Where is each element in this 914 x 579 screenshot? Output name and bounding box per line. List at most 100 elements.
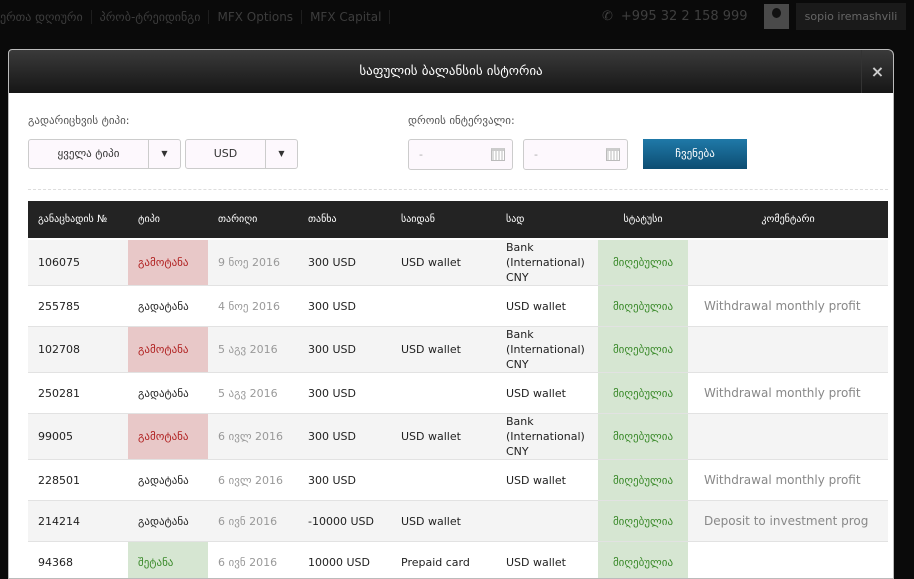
comment-cell: [688, 327, 888, 373]
close-icon[interactable]: ×: [861, 50, 893, 93]
date-from-value: -: [419, 148, 423, 161]
col-header: სტატუსი: [598, 201, 688, 239]
to-cell: USD wallet: [496, 286, 598, 327]
status-badge: მიღებულია: [598, 542, 688, 579]
amount-cell: 300 USD: [298, 414, 391, 460]
show-button[interactable]: ჩვენება: [643, 139, 747, 169]
amount-cell: 300 USD: [298, 239, 391, 286]
type-select-value: ყველა ტიპი: [29, 140, 148, 168]
comment-cell: Deposit to investment prog: [688, 501, 888, 542]
table-row[interactable]: 214214გადატანა6 ივნ 2016-10000 USDUSD wa…: [28, 501, 888, 542]
request-id: 228501: [28, 460, 128, 501]
chevron-down-icon: ▼: [265, 140, 297, 168]
request-id: 106075: [28, 239, 128, 286]
col-header: ტიპი: [128, 201, 208, 239]
nav-item[interactable]: MFX Options: [209, 10, 302, 24]
request-id: 102708: [28, 327, 128, 373]
table-row[interactable]: 255785გადატანა4 ნოე 2016300 USDUSD walle…: [28, 286, 888, 327]
interval-label: დროის ინტერვალი:: [408, 114, 515, 127]
status-badge: მიღებულია: [598, 501, 688, 542]
type-cell: გადატანა: [128, 373, 208, 414]
to-cell: Bank (International) CNY: [496, 327, 598, 373]
status-badge: მიღებულია: [598, 373, 688, 414]
type-select[interactable]: ყველა ტიპი▼: [28, 139, 181, 169]
comment-cell: Withdrawal monthly profit: [688, 286, 888, 327]
top-bar: ერთა დღიური პრობ-ტრეიდინგი MFX Options M…: [0, 0, 914, 36]
phone-icon: ✆: [602, 9, 613, 24]
modal-header: საფულის ბალანსის ისტორია ×: [9, 50, 893, 93]
amount-cell: 300 USD: [298, 286, 391, 327]
request-id: 214214: [28, 501, 128, 542]
table-row[interactable]: 106075გამოტანა9 ნოე 2016300 USDUSD walle…: [28, 239, 888, 286]
table-row[interactable]: 102708გამოტანა5 აგვ 2016300 USDUSD walle…: [28, 327, 888, 373]
col-header: კომენტარი: [688, 201, 888, 239]
date-to-input[interactable]: -: [523, 139, 628, 170]
status-badge: მიღებულია: [598, 286, 688, 327]
currency-select-value: USD: [186, 140, 265, 168]
from-cell: [391, 460, 496, 501]
amount-cell: 300 USD: [298, 460, 391, 501]
from-cell: Prepaid card: [391, 542, 496, 579]
date-cell: 4 ნოე 2016: [208, 286, 298, 327]
to-cell: Bank (International) CNY: [496, 239, 598, 286]
request-id: 94368: [28, 542, 128, 579]
date-to-value: -: [534, 148, 538, 161]
col-header: თარიღი: [208, 201, 298, 239]
to-cell: USD wallet: [496, 542, 598, 579]
type-cell: გადატანა: [128, 501, 208, 542]
type-label: გადარიცხვის ტიპი:: [28, 114, 130, 127]
request-id: 255785: [28, 286, 128, 327]
from-cell: [391, 373, 496, 414]
from-cell: USD wallet: [391, 501, 496, 542]
date-cell: 9 ნოე 2016: [208, 239, 298, 286]
modal-title: საფულის ბალანსის ისტორია: [359, 64, 542, 79]
to-cell: USD wallet: [496, 460, 598, 501]
status-badge: მიღებულია: [598, 327, 688, 373]
comment-cell: Withdrawal monthly profit: [688, 373, 888, 414]
calendar-icon[interactable]: [491, 148, 505, 161]
user-name-button[interactable]: sopio iremashvili: [796, 3, 906, 30]
table-row[interactable]: 250281გადატანა5 აგვ 2016300 USDUSD walle…: [28, 373, 888, 414]
date-cell: 6 ივნ 2016: [208, 542, 298, 579]
nav-item[interactable]: ერთა დღიური: [0, 10, 92, 24]
avatar[interactable]: [764, 4, 789, 29]
to-cell: [496, 501, 598, 542]
status-badge: მიღებულია: [598, 239, 688, 286]
comment-cell: [688, 239, 888, 286]
from-cell: USD wallet: [391, 239, 496, 286]
status-badge: მიღებულია: [598, 414, 688, 460]
table-row[interactable]: 99005გამოტანა6 ივლ 2016300 USDUSD wallet…: [28, 414, 888, 460]
type-cell: გამოტანა: [128, 414, 208, 460]
calendar-icon[interactable]: [606, 148, 620, 161]
currency-select[interactable]: USD▼: [185, 139, 298, 169]
col-header: განაცხადის №: [28, 201, 128, 239]
from-cell: USD wallet: [391, 327, 496, 373]
amount-cell: -10000 USD: [298, 501, 391, 542]
divider: [28, 189, 888, 190]
top-nav: ერთა დღიური პრობ-ტრეიდინგი MFX Options M…: [0, 10, 390, 24]
date-cell: 5 აგვ 2016: [208, 327, 298, 373]
amount-cell: 300 USD: [298, 373, 391, 414]
nav-item[interactable]: MFX Capital: [302, 10, 390, 24]
table-row[interactable]: 94368შეტანა6 ივნ 201610000 USDPrepaid ca…: [28, 542, 888, 579]
balance-history-modal: საფულის ბალანსის ისტორია × გადარიცხვის ტ…: [8, 49, 894, 579]
col-header: სად: [496, 201, 598, 239]
to-cell: USD wallet: [496, 373, 598, 414]
type-cell: შეტანა: [128, 542, 208, 579]
phone: ✆ +995 32 2 158 999: [602, 9, 748, 24]
from-cell: [391, 286, 496, 327]
request-id: 99005: [28, 414, 128, 460]
comment-cell: Withdrawal monthly profit: [688, 460, 888, 501]
phone-number: +995 32 2 158 999: [621, 9, 748, 24]
col-header: თანხა: [298, 201, 391, 239]
from-cell: USD wallet: [391, 414, 496, 460]
date-from-input[interactable]: -: [408, 139, 513, 170]
status-badge: მიღებულია: [598, 460, 688, 501]
date-cell: 6 ივლ 2016: [208, 414, 298, 460]
comment-cell: [688, 542, 888, 579]
date-cell: 6 ივნ 2016: [208, 501, 298, 542]
table-row[interactable]: 228501გადატანა6 ივლ 2016300 USDUSD walle…: [28, 460, 888, 501]
nav-item[interactable]: პრობ-ტრეიდინგი: [92, 10, 210, 24]
to-cell: Bank (International) CNY: [496, 414, 598, 460]
type-cell: გამოტანა: [128, 327, 208, 373]
